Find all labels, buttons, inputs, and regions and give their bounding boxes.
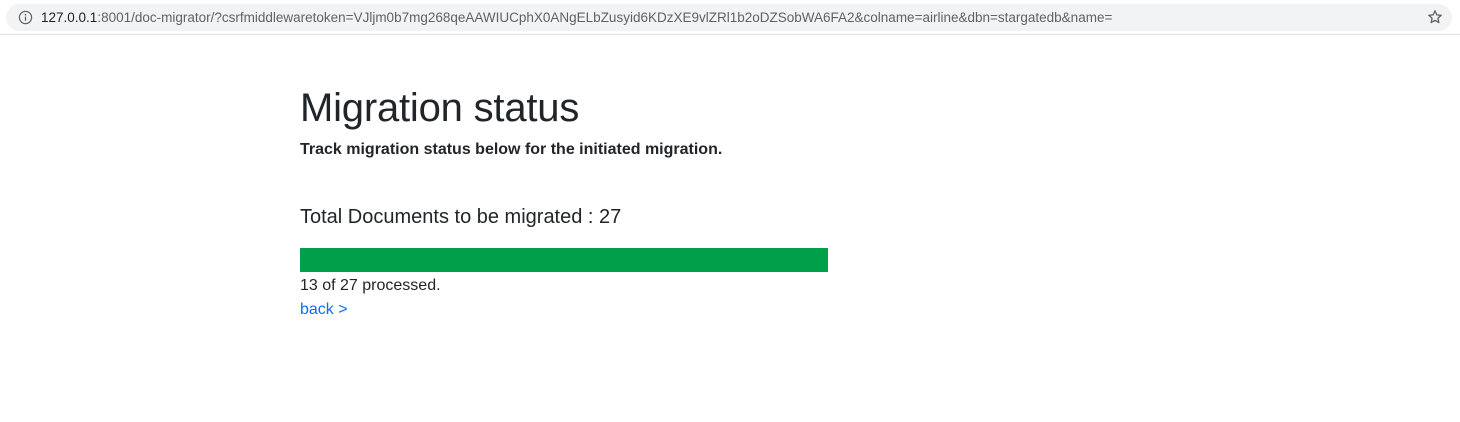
total-documents-text: Total Documents to be migrated : 27 (300, 206, 622, 228)
processed-status-text: 13 of 27 processed. (300, 277, 441, 294)
back-link[interactable]: back > (300, 298, 348, 322)
page-title: Migration status (300, 86, 580, 130)
page-subtitle: Track migration status below for the ini… (300, 141, 723, 158)
browser-address-bar: 127.0.0.1:8001/doc-migrator/?csrfmiddlew… (0, 0, 1460, 35)
url-host: 127.0.0.1 (41, 10, 98, 25)
progress-bar (300, 248, 828, 272)
star-icon[interactable] (1427, 9, 1443, 25)
omnibox[interactable]: 127.0.0.1:8001/doc-migrator/?csrfmiddlew… (6, 4, 1452, 31)
main-content: Migration status Track migration status … (300, 84, 1000, 322)
info-icon[interactable] (18, 10, 33, 25)
url-text[interactable]: 127.0.0.1:8001/doc-migrator/?csrfmiddlew… (41, 9, 1112, 26)
url-path: :8001/doc-migrator/?csrfmiddlewaretoken=… (97, 10, 1113, 25)
progress-bar-fill (300, 248, 828, 272)
